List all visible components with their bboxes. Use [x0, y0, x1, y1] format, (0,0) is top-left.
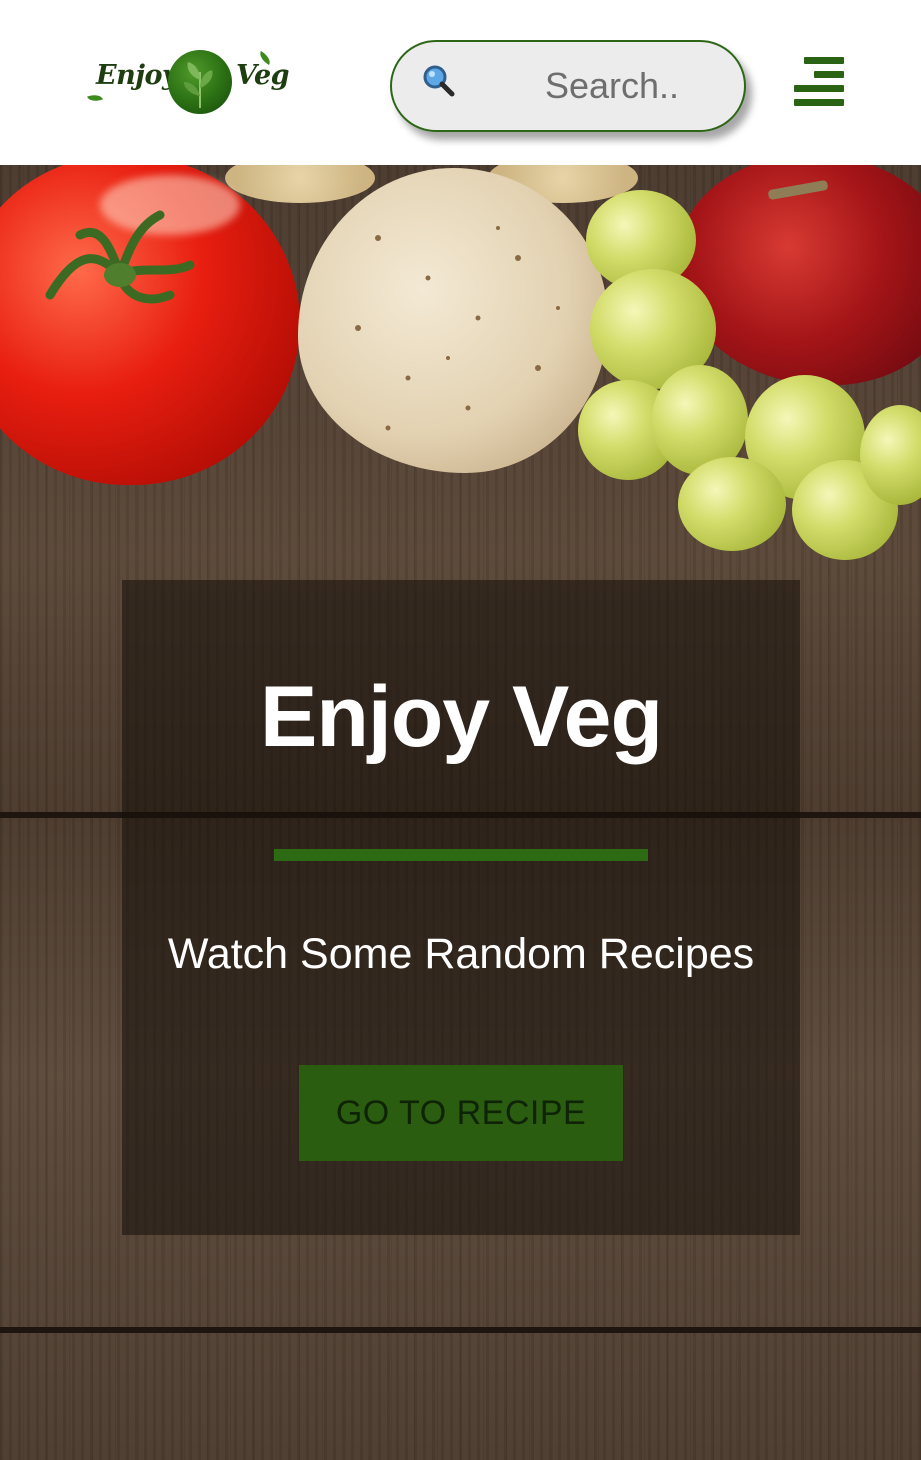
- hero-banner: Enjoy Veg Watch Some Random Recipes GO T…: [0, 165, 921, 1460]
- go-to-recipe-button[interactable]: GO TO RECIPE: [299, 1065, 623, 1161]
- tomato-image: [0, 165, 300, 485]
- potato-image: [298, 168, 608, 473]
- site-header: Enjoy Veg: [0, 0, 921, 165]
- plant-logo-icon: [168, 50, 232, 114]
- hero-subtitle: Watch Some Random Recipes: [167, 930, 755, 978]
- title-divider: [274, 849, 648, 861]
- search-bar[interactable]: [390, 40, 746, 132]
- logo-word-right: Veg: [236, 60, 290, 91]
- magnifier-icon: [422, 64, 456, 98]
- site-logo[interactable]: Enjoy Veg: [86, 44, 290, 120]
- hero-card: Enjoy Veg Watch Some Random Recipes GO T…: [122, 580, 800, 1235]
- search-input[interactable]: [502, 60, 722, 112]
- hamburger-menu-icon[interactable]: [792, 55, 846, 111]
- logo-word-left: Enjoy: [96, 60, 178, 91]
- apple-image: [676, 165, 921, 385]
- hero-title: Enjoy Veg: [259, 669, 663, 765]
- plank-seam: [0, 1327, 921, 1333]
- leaf-icon: [87, 91, 103, 105]
- grape-image: [678, 457, 786, 551]
